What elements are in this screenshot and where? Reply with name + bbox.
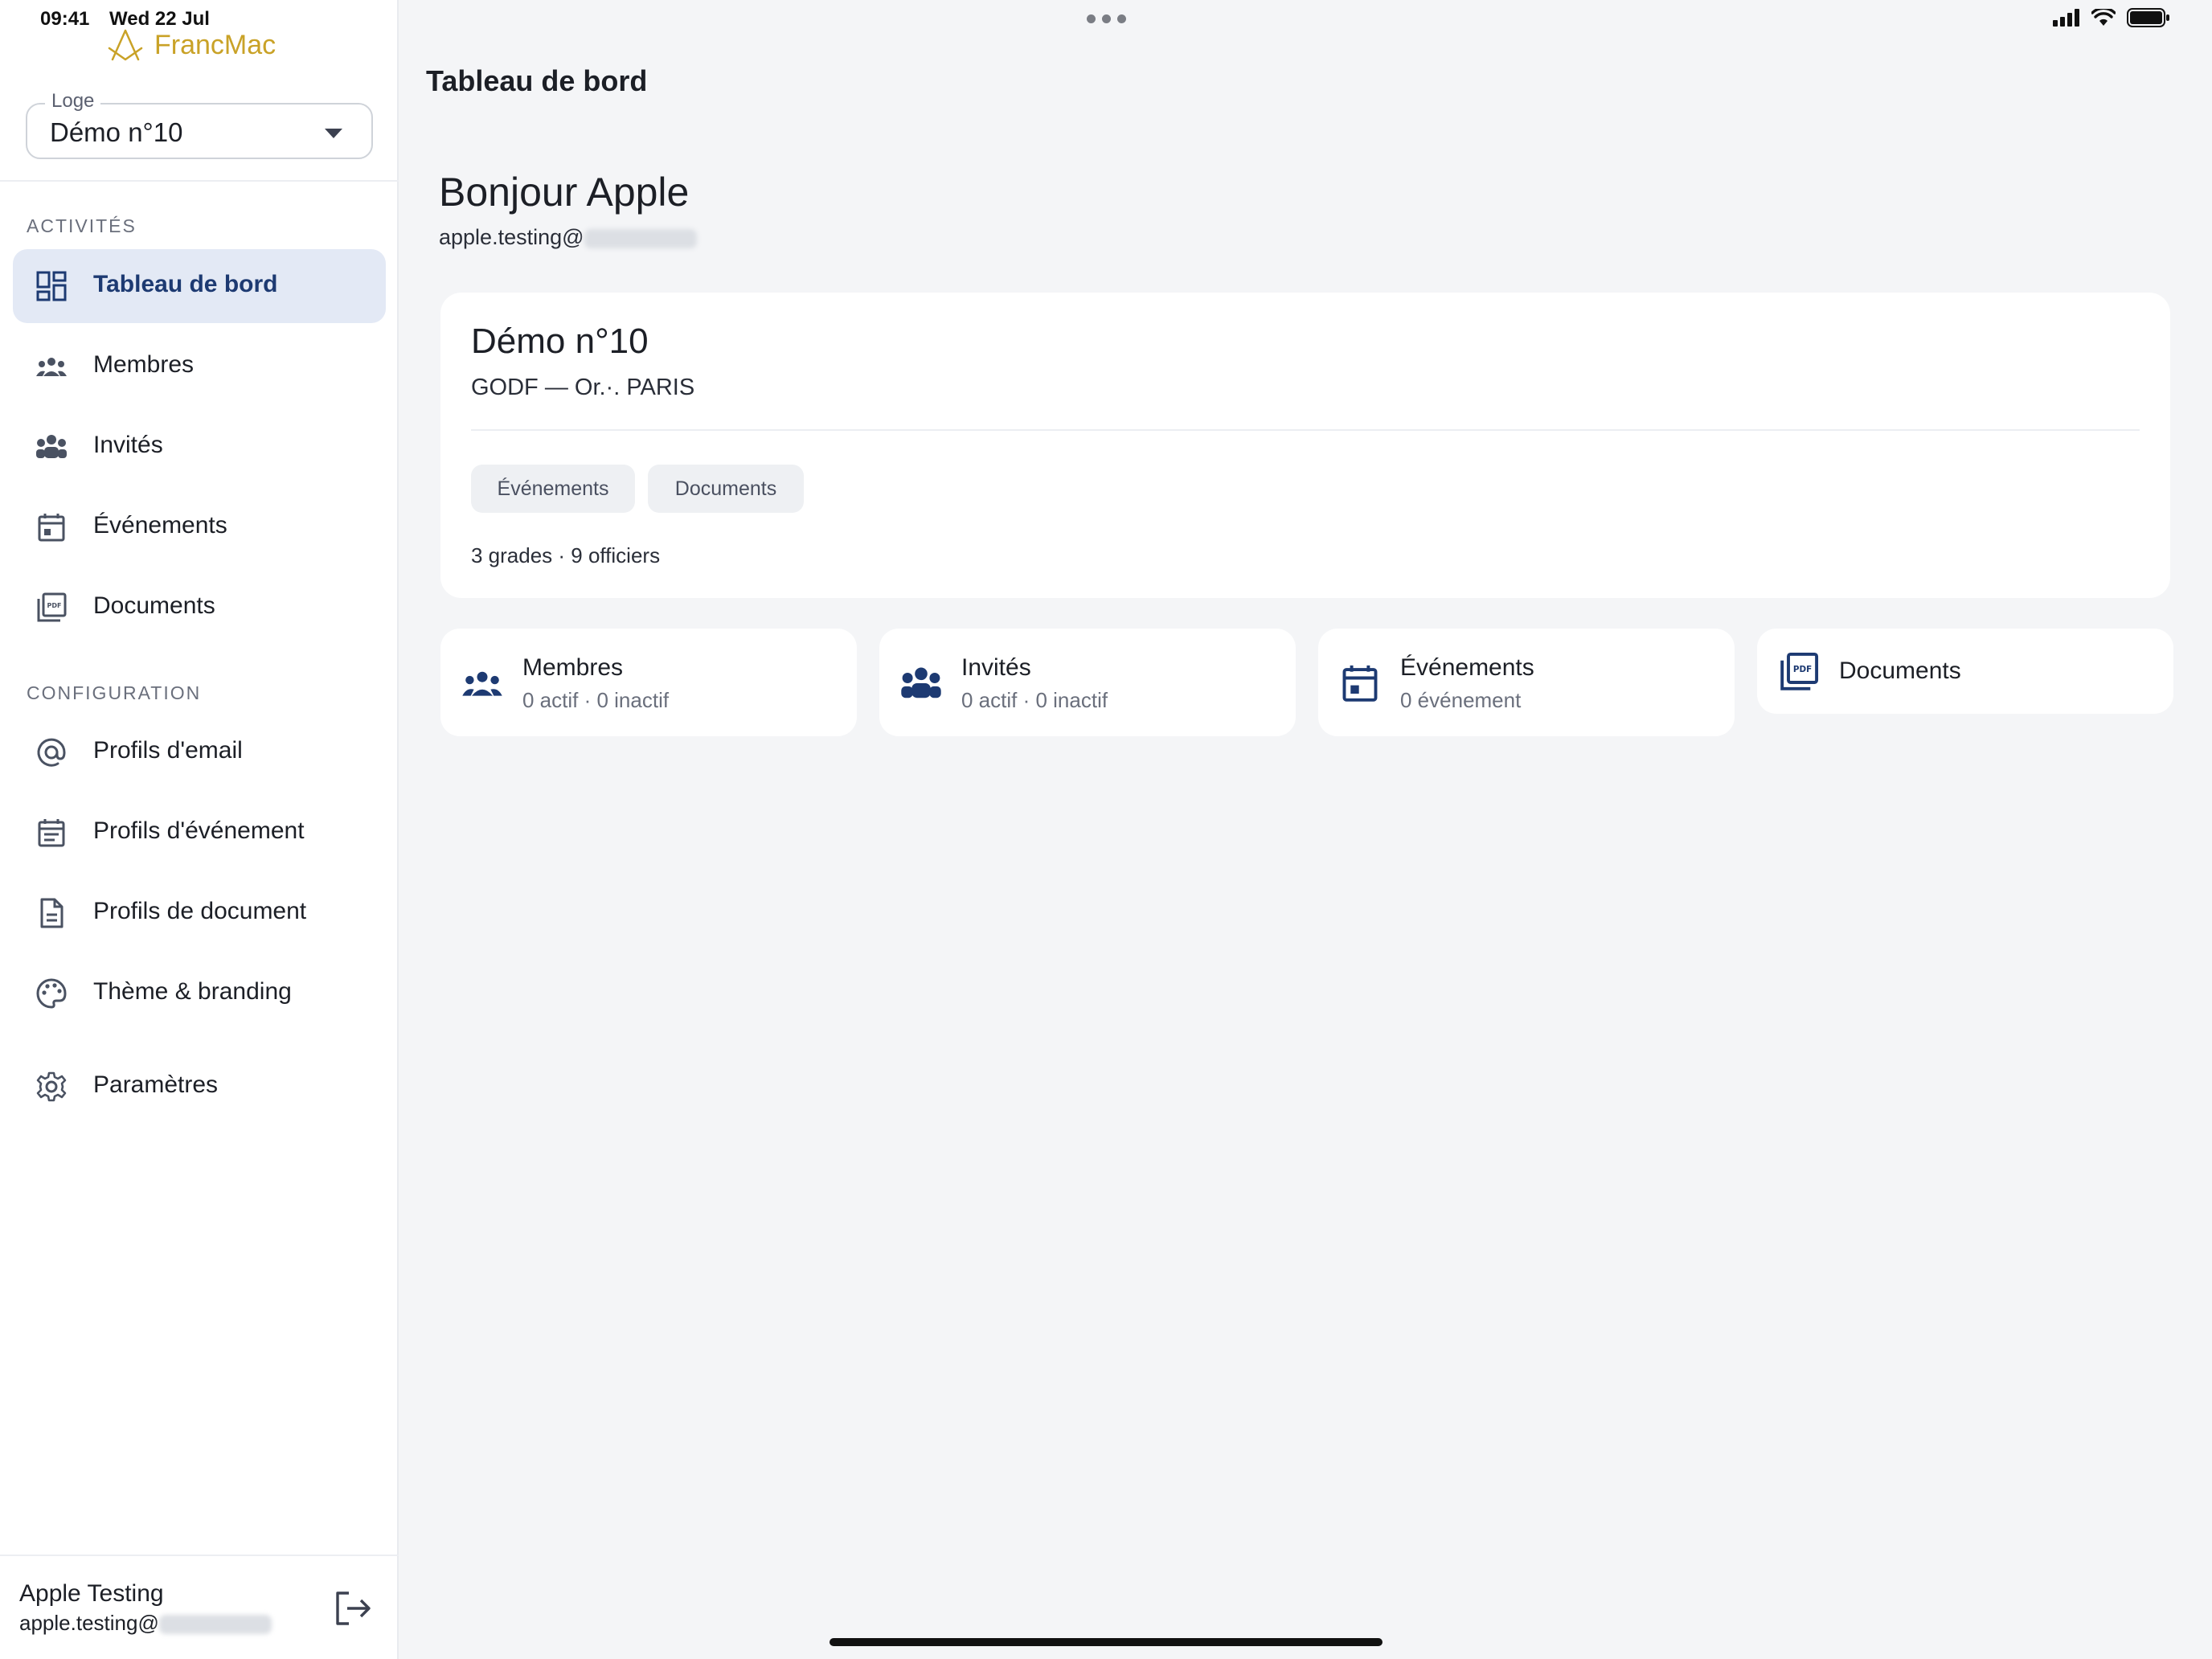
loge-select-label: Loge [45,90,101,113]
guests-icon [36,435,67,458]
svg-text:PDF: PDF [1793,665,1812,674]
sidebar-footer-divider [0,1555,399,1556]
sidebar-divider [0,180,399,182]
sidebar-item-profils-evenement[interactable]: Profils d'événement [13,796,386,870]
section-label-configuration: CONFIGURATION [27,682,202,703]
sidebar-item-theme-branding[interactable]: Thème & branding [13,956,386,1030]
multitask-dots-icon[interactable] [1087,14,1126,23]
cellular-signal-icon [2053,9,2079,27]
sidebar-item-label: Tableau de bord [93,271,278,297]
pdf-icon: PDF [1780,652,1819,690]
sidebar-item-profils-email[interactable]: Profils d'email [13,715,386,789]
dashboard-icon [36,271,67,301]
status-bar: 09:41 Wed 22 Jul [0,0,2212,42]
stat-card-subtitle: 0 événement [1400,688,1522,712]
home-indicator[interactable] [830,1638,1382,1646]
stat-card-title: Documents [1839,657,1961,684]
wifi-icon [2091,9,2116,26]
status-time: 09:41 [40,8,90,30]
calendar-icon [38,514,65,542]
sidebar-item-label: Thème & branding [93,978,292,1005]
sidebar: FrancMac Loge Démo n°10 ACTIVITÉS Tablea… [0,0,399,1659]
greeting-email: apple.testing@ [439,225,697,250]
sidebar-item-tableau-de-bord[interactable]: Tableau de bord [13,249,386,323]
calendar-icon [1342,665,1378,702]
page-title: Tableau de bord [426,64,648,97]
sidebar-item-label: Événements [93,512,227,539]
chip-evenements[interactable]: Événements [471,465,635,513]
chip-documents[interactable]: Documents [648,465,804,513]
loge-card-subtitle: GODF — Or.·. PARIS [471,375,695,400]
logout-icon [336,1591,371,1625]
members-icon [36,358,67,376]
loge-card-divider [471,429,2140,431]
loge-select[interactable]: Loge Démo n°10 [26,90,373,159]
status-icons [2053,8,2170,27]
sidebar-item-parametres[interactable]: Paramètres [13,1050,386,1124]
redacted-domain [158,1615,272,1635]
palette-icon [36,978,67,1009]
calendar-list-icon [38,819,65,847]
loge-card-title: Démo n°10 [471,322,649,361]
loge-select-value: Démo n°10 [50,117,183,147]
stat-card-title: Invités [961,654,1031,681]
sidebar-item-membres[interactable]: Membres [13,330,386,403]
loge-card-stats: 3 grades · 9 officiers [471,543,661,567]
sidebar-item-label: Profils de document [93,898,307,924]
stat-card-subtitle: 0 actif · 0 inactif [961,688,1108,712]
sidebar-item-profils-document[interactable]: Profils de document [13,876,386,950]
sidebar-item-label: Membres [93,351,195,378]
stat-card-invites[interactable]: Invités 0 actif · 0 inactif [879,629,1296,736]
stat-card-evenements[interactable]: Événements 0 événement [1318,629,1735,736]
at-sign-icon [37,738,66,767]
stat-card-title: Événements [1400,654,1534,681]
loge-card: Démo n°10 GODF — Or.·. PARIS Événements … [440,293,2170,598]
user-email: apple.testing@ [19,1611,272,1636]
sidebar-item-evenements[interactable]: Événements [13,490,386,564]
pdf-icon: PDF [37,592,67,622]
greeting: Bonjour Apple [439,170,690,215]
stat-card-title: Membres [522,654,624,681]
battery-icon [2127,8,2169,27]
sidebar-item-label: Documents [93,592,215,619]
sidebar-item-label: Invités [93,432,163,458]
sidebar-item-invites[interactable]: Invités [13,410,386,484]
sidebar-item-label: Profils d'événement [93,817,305,844]
sidebar-item-label: Paramètres [93,1071,219,1098]
members-icon [462,671,502,696]
logout-button[interactable] [331,1588,375,1628]
stat-card-subtitle: 0 actif · 0 inactif [522,688,670,712]
section-label-activities: ACTIVITÉS [27,215,137,236]
chevron-down-icon [325,129,342,138]
sidebar-item-documents[interactable]: PDF Documents [13,571,386,645]
status-date: Wed 22 Jul [109,8,210,30]
guests-icon [901,667,941,698]
user-name: Apple Testing [19,1580,164,1607]
stat-card-documents[interactable]: PDF Documents [1757,629,2173,714]
gear-icon [36,1071,67,1102]
svg-text:PDF: PDF [47,602,62,609]
stat-card-membres[interactable]: Membres 0 actif · 0 inactif [440,629,857,736]
redacted-domain [584,228,697,248]
document-icon [40,898,63,928]
sidebar-item-label: Profils d'email [93,737,243,764]
